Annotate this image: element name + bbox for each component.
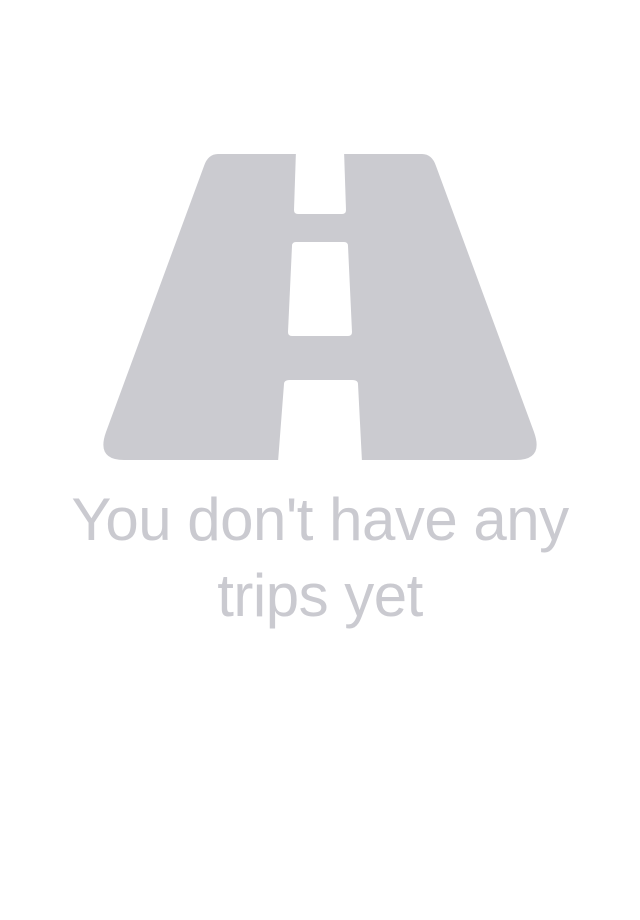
road-icon bbox=[103, 150, 537, 462]
screen: You don't have any trips yet bbox=[0, 0, 640, 920]
empty-state: You don't have any trips yet bbox=[0, 150, 640, 634]
empty-state-message: You don't have any trips yet bbox=[71, 486, 569, 629]
